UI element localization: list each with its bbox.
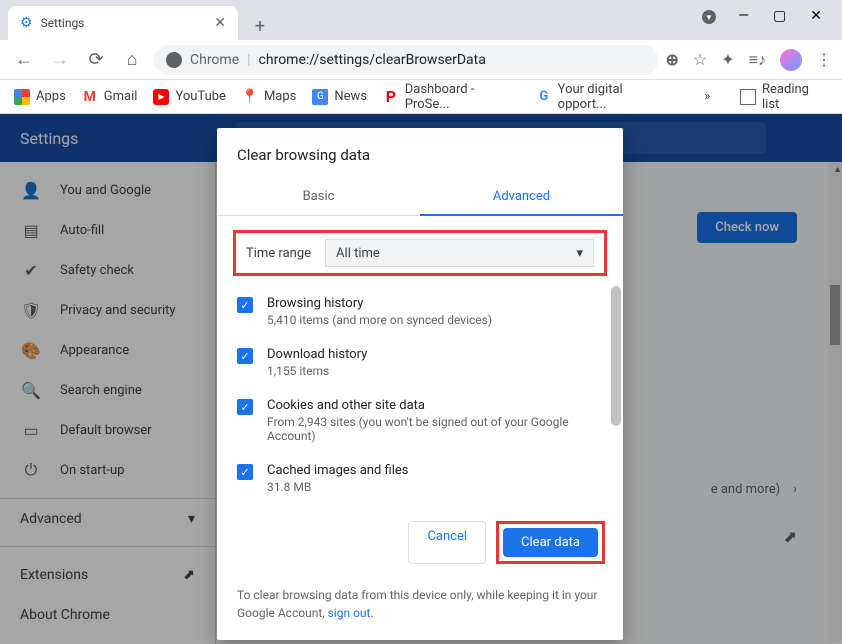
- bookmark-maps[interactable]: 📍Maps: [242, 89, 296, 105]
- extensions-icon[interactable]: ✦: [721, 50, 734, 69]
- clear-button-highlight: Clear data: [496, 521, 605, 564]
- bookmarks-overflow[interactable]: »: [704, 89, 710, 104]
- maximize-button[interactable]: ▢: [773, 8, 786, 24]
- close-window-button[interactable]: ✕: [810, 8, 822, 24]
- time-range-value: All time: [336, 246, 380, 261]
- profile-avatar[interactable]: [780, 49, 802, 71]
- dialog-title: Clear browsing data: [217, 128, 623, 178]
- close-icon[interactable]: ✕: [214, 15, 226, 31]
- search-icon[interactable]: ⊕: [666, 50, 679, 69]
- checkbox[interactable]: ✓: [237, 464, 253, 480]
- clear-data-button[interactable]: Clear data: [503, 528, 598, 557]
- check-cookies[interactable]: ✓ Cookies and other site dataFrom 2,943 …: [237, 388, 603, 453]
- dialog-scrollbar-thumb[interactable]: [611, 286, 621, 426]
- check-cache[interactable]: ✓ Cached images and files31.8 MB: [237, 453, 603, 504]
- tab-advanced[interactable]: Advanced: [420, 178, 623, 215]
- sign-out-link[interactable]: sign out: [328, 606, 371, 620]
- menu-icon[interactable]: ⋮: [816, 50, 832, 69]
- check-download-history[interactable]: ✓ Download history1,155 items: [237, 337, 603, 388]
- chrome-icon: [166, 52, 182, 68]
- browser-tab-bar: ⚙ Settings ✕ +: [0, 0, 842, 40]
- checkbox[interactable]: ✓: [237, 348, 253, 364]
- browser-toolbar: ← → ⟳ ⌂ Chrome | chrome://settings/clear…: [0, 40, 842, 80]
- time-range-label: Time range: [246, 246, 311, 261]
- check-passwords[interactable]: Passwords and other sign-in data157 pass…: [237, 504, 603, 509]
- gear-icon: ⚙: [20, 15, 33, 31]
- bookmark-apps[interactable]: Apps: [14, 89, 66, 105]
- new-tab-button[interactable]: +: [246, 12, 274, 40]
- caret-down-icon[interactable]: ▼: [702, 10, 716, 24]
- google-icon: G: [536, 89, 552, 105]
- star-icon[interactable]: ☆: [693, 50, 707, 69]
- omnibox-url: chrome://settings/clearBrowserData: [259, 52, 486, 68]
- browser-tab[interactable]: ⚙ Settings ✕: [8, 6, 238, 40]
- gmail-icon: M: [82, 89, 98, 105]
- maps-icon: 📍: [242, 89, 258, 105]
- playlist-icon[interactable]: ≡♪: [749, 50, 766, 70]
- bookmark-dashboard[interactable]: PDashboard - ProSe...: [383, 82, 520, 112]
- bookmark-news[interactable]: GNews: [312, 89, 367, 105]
- window-controls: — ▢ ✕: [718, 0, 842, 32]
- cancel-button[interactable]: Cancel: [408, 521, 486, 564]
- clear-data-dialog: Clear browsing data Basic Advanced Time …: [217, 128, 623, 640]
- dialog-tabs: Basic Advanced: [217, 178, 623, 216]
- youtube-icon: ▶: [153, 89, 169, 105]
- toolbar-right: ⊕ ☆ ✦ ≡♪ ⋮: [666, 49, 833, 71]
- home-button[interactable]: ⌂: [118, 46, 146, 74]
- news-icon: G: [312, 89, 328, 105]
- minimize-button[interactable]: —: [738, 8, 749, 24]
- bookmark-gmail[interactable]: MGmail: [82, 89, 138, 105]
- dialog-scroll-area: ✓ Browsing history5,410 items (and more …: [217, 286, 623, 509]
- forward-button[interactable]: →: [46, 46, 74, 74]
- checkbox[interactable]: ✓: [237, 297, 253, 313]
- omnibox-label: Chrome: [190, 52, 239, 68]
- checkbox[interactable]: ✓: [237, 399, 253, 415]
- separator: |: [247, 52, 250, 68]
- reading-icon: [740, 89, 756, 105]
- dialog-footer: To clear browsing data from this device …: [217, 576, 623, 640]
- dialog-buttons: Cancel Clear data: [217, 509, 623, 576]
- address-bar[interactable]: Chrome | chrome://settings/clearBrowserD…: [154, 45, 658, 75]
- tab-basic[interactable]: Basic: [217, 178, 420, 215]
- pinterest-icon: P: [383, 89, 399, 105]
- reading-list[interactable]: Reading list: [740, 82, 828, 112]
- reload-button[interactable]: ⟳: [82, 46, 110, 74]
- bookmark-youtube[interactable]: ▶YouTube: [153, 89, 226, 105]
- bookmark-digital[interactable]: GYour digital opport...: [536, 82, 672, 112]
- bookmarks-bar: Apps MGmail ▶YouTube 📍Maps GNews PDashbo…: [0, 80, 842, 114]
- chevron-down-icon: ▾: [576, 246, 583, 261]
- check-browsing-history[interactable]: ✓ Browsing history5,410 items (and more …: [237, 286, 603, 337]
- time-range-dropdown[interactable]: All time ▾: [325, 239, 594, 267]
- tab-title: Settings: [41, 16, 85, 30]
- time-range-row: Time range All time ▾: [233, 230, 607, 276]
- back-button[interactable]: ←: [10, 46, 38, 74]
- apps-icon: [14, 89, 30, 105]
